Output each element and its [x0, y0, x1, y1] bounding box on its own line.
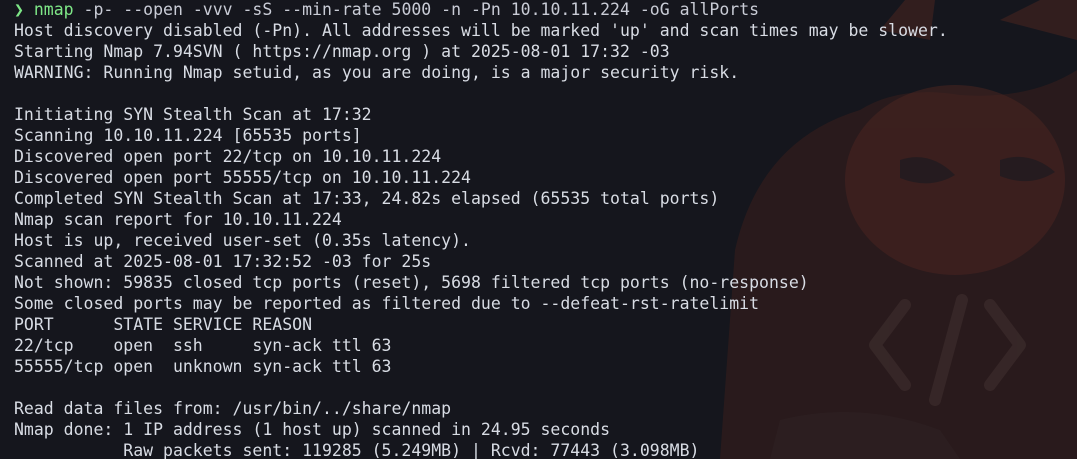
prompt-line[interactable]: ❯ nmap -p- --open -vvv -sS --min-rate 50…	[14, 0, 1074, 20]
output-line: Starting Nmap 7.94SVN ( https://nmap.org…	[14, 42, 670, 61]
terminal-output: ❯ nmap -p- --open -vvv -sS --min-rate 50…	[0, 0, 1074, 459]
output-line: Initiating SYN Stealth Scan at 17:32	[14, 105, 372, 124]
port-table-row: 22/tcp open ssh syn-ack ttl 63	[14, 336, 392, 355]
command-arguments: -p- --open -vvv -sS --min-rate 5000 -n -…	[73, 0, 760, 19]
port-table-row: 55555/tcp open unknown syn-ack ttl 63	[14, 357, 392, 376]
output-line: WARNING: Running Nmap setuid, as you are…	[14, 63, 740, 82]
output-line: Nmap done: 1 IP address (1 host up) scan…	[14, 420, 611, 439]
terminal-window[interactable]: ❯ nmap -p- --open -vvv -sS --min-rate 50…	[0, 0, 1077, 459]
output-line: Nmap scan report for 10.10.11.224	[14, 210, 342, 229]
output-line: Some closed ports may be reported as fil…	[14, 294, 760, 313]
output-line: Host discovery disabled (-Pn). All addre…	[14, 21, 948, 40]
port-table-header: PORT STATE SERVICE REASON	[14, 315, 313, 334]
output-line: Discovered open port 22/tcp on 10.10.11.…	[14, 147, 442, 166]
prompt-arrow-icon: ❯	[14, 0, 24, 19]
command-name: nmap	[33, 0, 74, 19]
output-line: Read data files from: /usr/bin/../share/…	[14, 399, 452, 418]
output-line: Host is up, received user-set (0.35s lat…	[14, 231, 471, 250]
output-line: Not shown: 59835 closed tcp ports (reset…	[14, 273, 809, 292]
output-line: Scanned at 2025-08-01 17:32:52 -03 for 2…	[14, 252, 432, 271]
output-line: Scanning 10.10.11.224 [65535 ports]	[14, 126, 362, 145]
output-line: Completed SYN Stealth Scan at 17:33, 24.…	[14, 189, 720, 208]
output-line: Discovered open port 55555/tcp on 10.10.…	[14, 168, 471, 187]
output-line: Raw packets sent: 119285 (5.249MB) | Rcv…	[14, 441, 700, 459]
